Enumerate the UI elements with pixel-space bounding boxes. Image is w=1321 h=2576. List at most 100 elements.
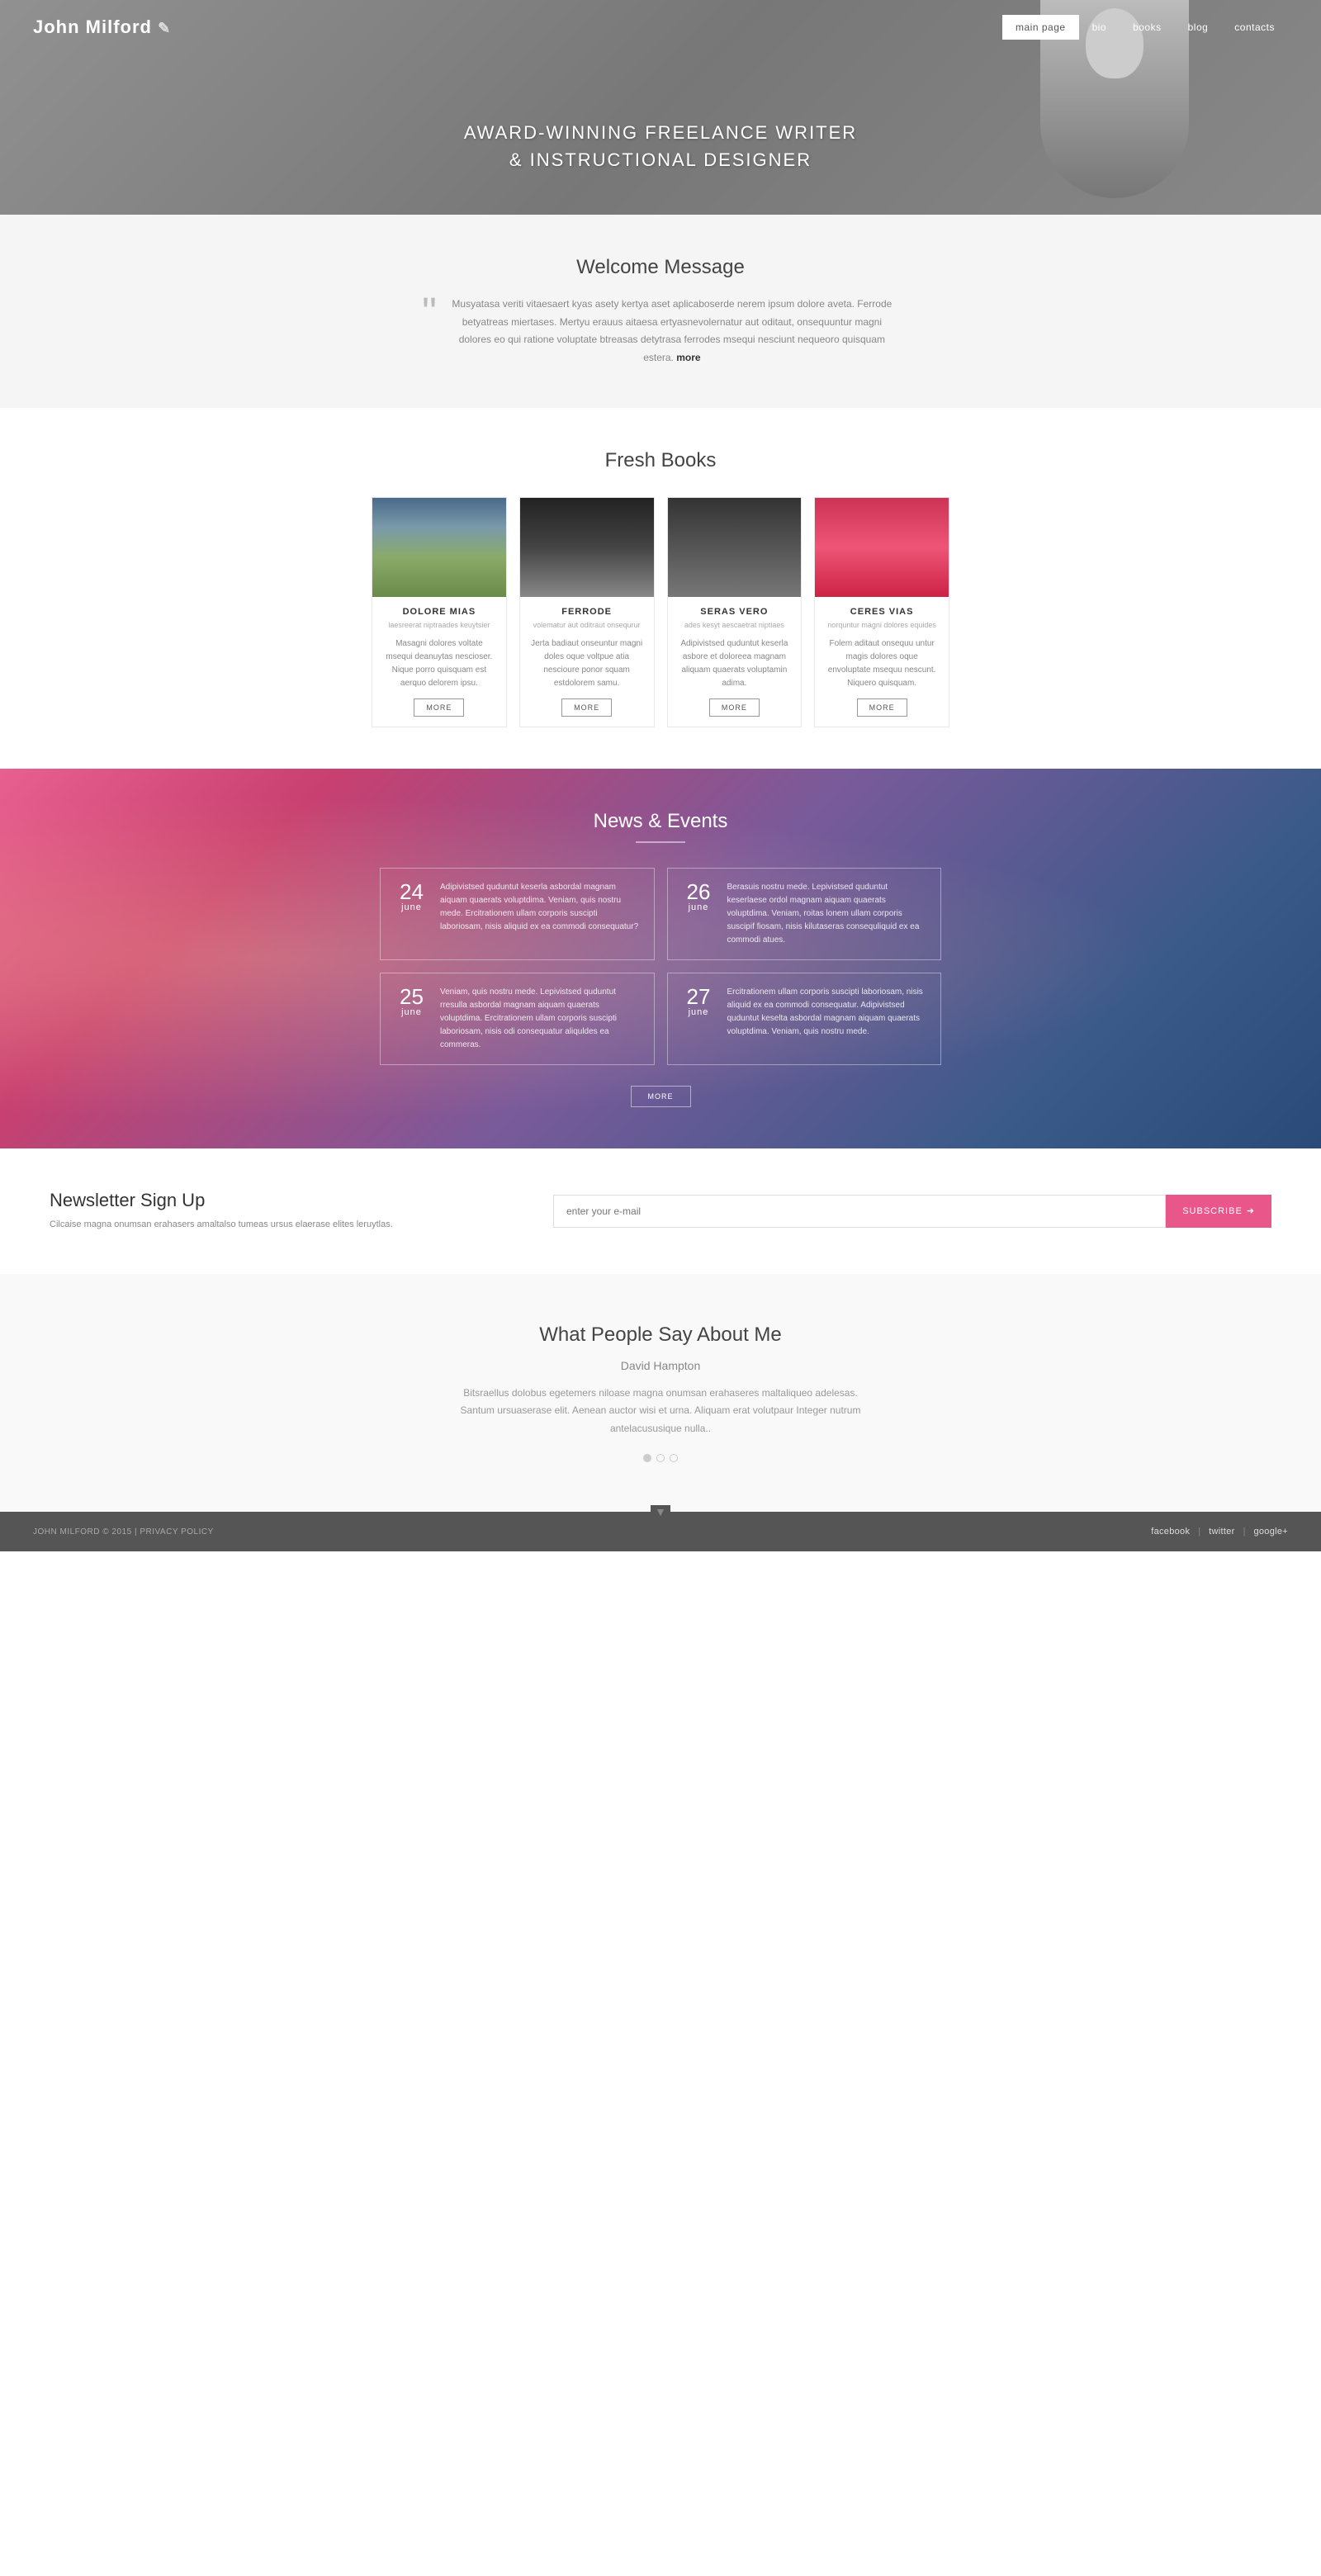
news-month-3: june	[393, 1007, 430, 1017]
book-title-3: SERAS VERO	[678, 607, 792, 617]
news-title: News & Events	[33, 810, 1288, 833]
news-text-3: Veniam, quis nostru mede. Lepivistsed qu…	[440, 986, 642, 1052]
nav-link-contacts[interactable]: contacts	[1221, 15, 1288, 40]
news-text-4: Ercitrationem ullam corporis suscipti la…	[727, 986, 929, 1039]
footer-links: facebook | twitter | google+	[1151, 1527, 1288, 1537]
book-title-2: FERRODE	[530, 607, 644, 617]
book-info-1: DOLORE MIAS laesreerat niptraades keuyts…	[372, 597, 506, 727]
book-more-btn-1[interactable]: MORE	[414, 698, 464, 717]
hero-heading: AWARD-WINNING FREELANCE WRITER & INSTRUC…	[0, 119, 1321, 173]
testimonial-dot-3[interactable]	[670, 1454, 678, 1462]
nav-link-bio[interactable]: bio	[1079, 15, 1120, 40]
fresh-books-section: Fresh Books DOLORE MIAS laesreerat niptr…	[0, 408, 1321, 769]
book-desc-2: Jerta badiaut onseuntur magni doles oque…	[530, 637, 644, 690]
testimonial-dot-2[interactable]	[656, 1454, 665, 1462]
newsletter-email-input[interactable]	[553, 1195, 1166, 1228]
book-desc-3: Adipivistsed quduntut keserla asbore et …	[678, 637, 792, 690]
footer-copyright: JOHN MILFORD © 2015 | PRIVACY POLICY	[33, 1527, 214, 1537]
book-thumb-road	[372, 498, 506, 597]
testimonial-author: David Hampton	[83, 1359, 1238, 1372]
news-grid: 24 june Adipivistsed quduntut keserla as…	[380, 868, 941, 1065]
book-thumb-lips	[815, 498, 949, 597]
nav-bar: John Milford ✎ main page bio books blog …	[0, 0, 1321, 54]
footer-sep-1: |	[1198, 1527, 1200, 1537]
book-thumb-profile	[668, 498, 802, 597]
welcome-body: Musyatasa veriti vitaesaert kyas asety k…	[445, 296, 899, 367]
book-subtitle-2: volematur aut oditraut onsequrur	[530, 620, 644, 631]
welcome-quote: " Musyatasa veriti vitaesaert kyas asety…	[83, 296, 1238, 367]
nav-item-main[interactable]: main page	[1002, 15, 1079, 40]
news-card-1: 24 june Adipivistsed quduntut keserla as…	[380, 868, 655, 960]
header: John Milford ✎ main page bio books blog …	[0, 0, 1321, 215]
book-more-btn-2[interactable]: MORE	[561, 698, 612, 717]
newsletter-desc: Cilcaise magna onumsan erahasers amaltal…	[50, 1218, 528, 1233]
news-card-3: 25 june Veniam, quis nostru mede. Lepivi…	[380, 973, 655, 1065]
news-more-button[interactable]: MORE	[631, 1086, 691, 1107]
nav-link-blog[interactable]: blog	[1175, 15, 1222, 40]
nav-link-books[interactable]: books	[1120, 15, 1175, 40]
news-day-3: 25	[393, 986, 430, 1007]
footer: JOHN MILFORD © 2015 | PRIVACY POLICY fac…	[0, 1512, 1321, 1551]
news-month-2: june	[680, 902, 717, 912]
book-card-1: DOLORE MIAS laesreerat niptraades keuyts…	[372, 497, 507, 727]
nav-link-main[interactable]: main page	[1002, 15, 1079, 40]
nav-item-contacts[interactable]: contacts	[1221, 15, 1288, 40]
footer-link-facebook[interactable]: facebook	[1151, 1527, 1190, 1537]
footer-sep-2: |	[1243, 1527, 1246, 1537]
footer-link-twitter[interactable]: twitter	[1209, 1527, 1234, 1537]
book-info-3: SERAS VERO ades kesyt aescaetrat niptiae…	[668, 597, 802, 727]
book-info-2: FERRODE volematur aut oditraut onsequrur…	[520, 597, 654, 727]
logo-text: John Milford	[33, 17, 152, 37]
newsletter-form: SUBSCRIBE ➜	[553, 1195, 1271, 1228]
nav-item-blog[interactable]: blog	[1175, 15, 1222, 40]
book-title-1: DOLORE MIAS	[382, 607, 496, 617]
news-day-2: 26	[680, 881, 717, 902]
news-divider	[636, 841, 685, 843]
testimonial-body: Bitsraellus dolobus egetemers niloase ma…	[454, 1385, 867, 1438]
news-date-1: 24 june	[393, 881, 430, 912]
news-date-2: 26 june	[680, 881, 717, 912]
news-day-4: 27	[680, 986, 717, 1007]
newsletter-title: Newsletter Sign Up	[50, 1190, 528, 1211]
book-info-4: CERES VIAS norquntur magni dolores equid…	[815, 597, 949, 727]
book-card-3: SERAS VERO ades kesyt aescaetrat niptiae…	[667, 497, 803, 727]
hero-text: AWARD-WINNING FREELANCE WRITER & INSTRUC…	[0, 119, 1321, 173]
book-subtitle-3: ades kesyt aescaetrat niptiaes	[678, 620, 792, 631]
nav-links: main page bio books blog contacts	[1002, 15, 1288, 40]
book-more-btn-3[interactable]: MORE	[709, 698, 760, 717]
nav-item-books[interactable]: books	[1120, 15, 1175, 40]
news-month-4: june	[680, 1007, 717, 1017]
books-grid: DOLORE MIAS laesreerat niptraades keuyts…	[372, 497, 949, 727]
news-month-1: june	[393, 902, 430, 912]
book-subtitle-1: laesreerat niptraades keuytsier	[382, 620, 496, 631]
testimonial-dots	[83, 1454, 1238, 1462]
news-date-4: 27 june	[680, 986, 717, 1017]
welcome-section: Welcome Message " Musyatasa veriti vitae…	[0, 215, 1321, 408]
news-day-1: 24	[393, 881, 430, 902]
testimonial-section: What People Say About Me David Hampton B…	[0, 1274, 1321, 1513]
fresh-books-title: Fresh Books	[33, 449, 1288, 472]
welcome-more-link[interactable]: more	[676, 352, 700, 363]
news-text-2: Berasuis nostru mede. Lepivistsed qudunt…	[727, 881, 929, 947]
book-desc-4: Folem aditaut onsequu untur magis dolore…	[825, 637, 939, 690]
news-card-2: 26 june Berasuis nostru mede. Lepivistse…	[667, 868, 942, 960]
newsletter-text: Newsletter Sign Up Cilcaise magna onumsa…	[50, 1190, 528, 1233]
testimonial-title: What People Say About Me	[83, 1324, 1238, 1347]
quote-mark-icon: "	[422, 291, 437, 333]
welcome-title: Welcome Message	[83, 256, 1238, 279]
book-more-btn-4[interactable]: MORE	[857, 698, 907, 717]
book-title-4: CERES VIAS	[825, 607, 939, 617]
news-date-3: 25 june	[393, 986, 430, 1017]
nav-item-bio[interactable]: bio	[1079, 15, 1120, 40]
book-thumb-woman	[520, 498, 654, 597]
subscribe-arrow-icon: ➜	[1247, 1205, 1255, 1216]
site-logo: John Milford ✎	[33, 17, 1002, 38]
book-desc-1: Masagni dolores voltate msequi deanuytas…	[382, 637, 496, 690]
book-subtitle-4: norquntur magni dolores equides	[825, 620, 939, 631]
newsletter-subscribe-button[interactable]: SUBSCRIBE ➜	[1166, 1195, 1271, 1228]
testimonial-dot-1[interactable]	[643, 1454, 651, 1462]
news-text-1: Adipivistsed quduntut keserla asbordal m…	[440, 881, 642, 934]
book-card-4: CERES VIAS norquntur magni dolores equid…	[814, 497, 949, 727]
footer-link-googleplus[interactable]: google+	[1253, 1527, 1288, 1537]
book-card-2: FERRODE volematur aut oditraut onsequrur…	[519, 497, 655, 727]
